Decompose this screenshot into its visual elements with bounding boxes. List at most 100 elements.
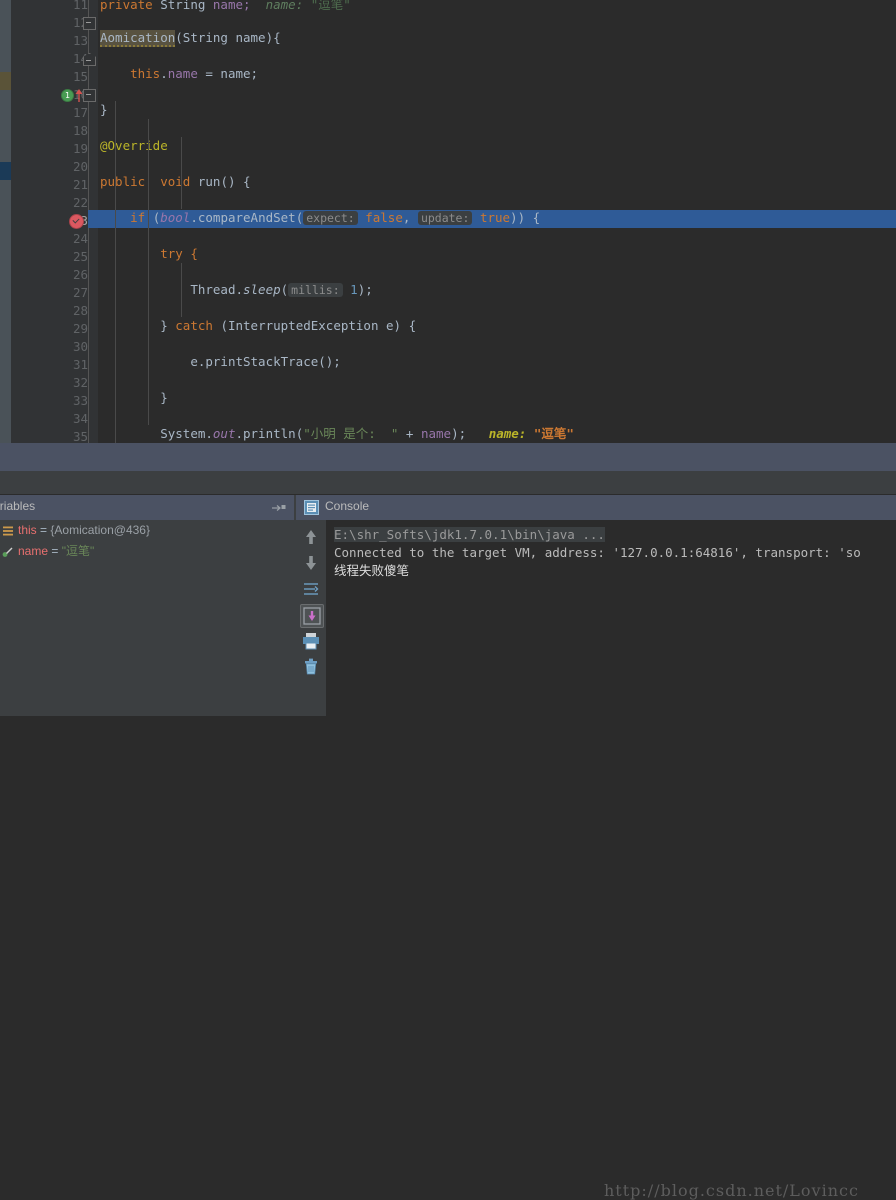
indent-guide bbox=[115, 101, 116, 443]
scroll-down-button[interactable] bbox=[300, 552, 322, 574]
indent-guide bbox=[181, 299, 182, 317]
clear-all-button[interactable] bbox=[300, 656, 322, 678]
console-toolbar[interactable] bbox=[296, 520, 326, 716]
console-line: Connected to the target VM, address: '12… bbox=[334, 544, 896, 562]
vcs-change-strip[interactable] bbox=[0, 0, 11, 443]
inline-debug-value: "逗笔" bbox=[533, 426, 574, 441]
token-brace: } bbox=[160, 318, 176, 333]
scroll-to-end-button[interactable] bbox=[300, 604, 324, 628]
editor-splitter-bar[interactable] bbox=[0, 443, 896, 471]
token-end: ); bbox=[451, 426, 467, 441]
token-thread: Thread. bbox=[190, 282, 243, 297]
token-field: name bbox=[167, 66, 198, 81]
token-sleep: sleep bbox=[243, 282, 281, 297]
token-catch: catch bbox=[175, 318, 213, 333]
console-line: 线程失败傻笔 bbox=[334, 562, 896, 580]
vcs-marker bbox=[0, 180, 11, 443]
vcs-marker-modified bbox=[0, 72, 11, 90]
inline-debug-key: name: bbox=[488, 426, 527, 441]
indent-guide bbox=[181, 173, 182, 209]
variable-row-name[interactable]: name = "逗笔" bbox=[0, 541, 294, 562]
token-tail: () { bbox=[220, 174, 251, 189]
hide-panel-icon[interactable] bbox=[272, 504, 286, 512]
field-icon bbox=[2, 547, 13, 557]
console-tab-bar[interactable]: Console bbox=[296, 495, 896, 520]
code-editor[interactable]: private String name; name: "逗笔" Aomicati… bbox=[0, 0, 896, 443]
run-gutter-icon[interactable]: 1 bbox=[61, 89, 74, 102]
inline-debug-key: name: bbox=[265, 0, 304, 12]
variable-name: name bbox=[18, 544, 49, 558]
token-stacktrace: e.printStackTrace(); bbox=[190, 354, 341, 369]
token-number: 1 bbox=[350, 282, 358, 297]
variable-equals: = bbox=[51, 544, 59, 558]
token-brace: } bbox=[160, 390, 168, 405]
token-this: this bbox=[130, 66, 161, 81]
code-line: } bbox=[98, 101, 896, 119]
token-end: )) { bbox=[510, 210, 541, 225]
token-if: if bbox=[130, 210, 146, 225]
variables-tab-bar[interactable]: Variables bbox=[0, 495, 294, 520]
code-line: private String name; name: "逗笔" bbox=[98, 0, 896, 14]
object-icon bbox=[3, 526, 13, 536]
token-assign: = name; bbox=[197, 66, 259, 81]
code-line: @Override bbox=[98, 137, 896, 155]
token-end: ); bbox=[357, 282, 373, 297]
code-line-current: System.out.println("小明 是个: " + name); na… bbox=[98, 425, 896, 443]
token-field: name; bbox=[212, 0, 251, 12]
code-line: if (bool.compareAndSet(expect: false, up… bbox=[98, 209, 896, 227]
token-true: true bbox=[479, 210, 511, 225]
param-hint-expect: expect: bbox=[303, 211, 358, 225]
console-system-line: Connected to the target VM, address: '12… bbox=[334, 545, 861, 560]
fold-end-marker[interactable] bbox=[83, 53, 96, 66]
console-output-area[interactable]: E:\shr_Softs\jdk1.7.0.1\bin\java ... Con… bbox=[296, 520, 896, 716]
vcs-marker bbox=[0, 0, 11, 72]
token-out: out bbox=[212, 426, 236, 441]
token-modifier: public bbox=[100, 174, 146, 189]
token-string: "小明 是个: " bbox=[303, 426, 399, 441]
debug-tool-window[interactable]: Variables this = {Aomication@436} name = bbox=[0, 495, 896, 1200]
indent-guide bbox=[181, 137, 182, 173]
console-tab-label[interactable]: Console bbox=[325, 499, 369, 513]
token-false: false bbox=[365, 210, 403, 225]
variable-name: this bbox=[18, 523, 37, 537]
variable-value: {Aomication@436} bbox=[50, 523, 150, 537]
console-line: E:\shr_Softs\jdk1.7.0.1\bin\java ... bbox=[334, 526, 896, 544]
vcs-marker bbox=[0, 90, 11, 162]
token-name: name bbox=[420, 426, 452, 441]
variable-equals: = bbox=[40, 523, 48, 537]
soft-wrap-button[interactable] bbox=[300, 578, 322, 600]
code-line: public void run() { bbox=[98, 173, 896, 191]
token-params: (String name){ bbox=[175, 30, 281, 45]
token-dot: . bbox=[160, 66, 168, 81]
token-try: try { bbox=[160, 246, 198, 261]
code-text-area[interactable]: private String name; name: "逗笔" Aomicati… bbox=[98, 0, 896, 443]
indent-guide bbox=[148, 119, 149, 425]
console-program-output: 线程失败傻笔 bbox=[334, 563, 410, 578]
token-void: void bbox=[160, 174, 191, 189]
token-type: String bbox=[160, 0, 206, 12]
code-line: Aomication(String name){ bbox=[98, 29, 896, 47]
inline-debug-value: "逗笔" bbox=[310, 0, 351, 12]
vcs-marker-added bbox=[0, 162, 11, 180]
code-line: try { bbox=[98, 245, 896, 263]
param-hint-millis: millis: bbox=[288, 283, 343, 297]
variable-row-this[interactable]: this = {Aomication@436} bbox=[0, 520, 294, 541]
scroll-up-button[interactable] bbox=[300, 526, 322, 548]
token-field: bool bbox=[160, 210, 191, 225]
toolwindow-gap bbox=[0, 471, 896, 495]
variables-pane[interactable]: this = {Aomication@436} name = "逗笔" bbox=[0, 520, 294, 716]
console-text[interactable]: E:\shr_Softs\jdk1.7.0.1\bin\java ... Con… bbox=[326, 520, 896, 722]
token-system: System. bbox=[160, 426, 213, 441]
fold-marker-layer[interactable] bbox=[80, 0, 98, 443]
token-plus: + bbox=[398, 426, 421, 441]
variables-tab-label[interactable]: Variables bbox=[0, 499, 35, 513]
fold-collapse-marker[interactable] bbox=[83, 89, 96, 102]
print-button[interactable] bbox=[300, 630, 322, 652]
code-line: } bbox=[98, 389, 896, 407]
code-line: this.name = name; bbox=[98, 65, 896, 83]
console-icon bbox=[304, 500, 319, 515]
token-method-name: run bbox=[197, 174, 221, 189]
code-line: Thread.sleep(millis: 1); bbox=[98, 281, 896, 299]
token-call: .compareAndSet( bbox=[190, 210, 304, 225]
fold-collapse-marker[interactable] bbox=[83, 17, 96, 30]
